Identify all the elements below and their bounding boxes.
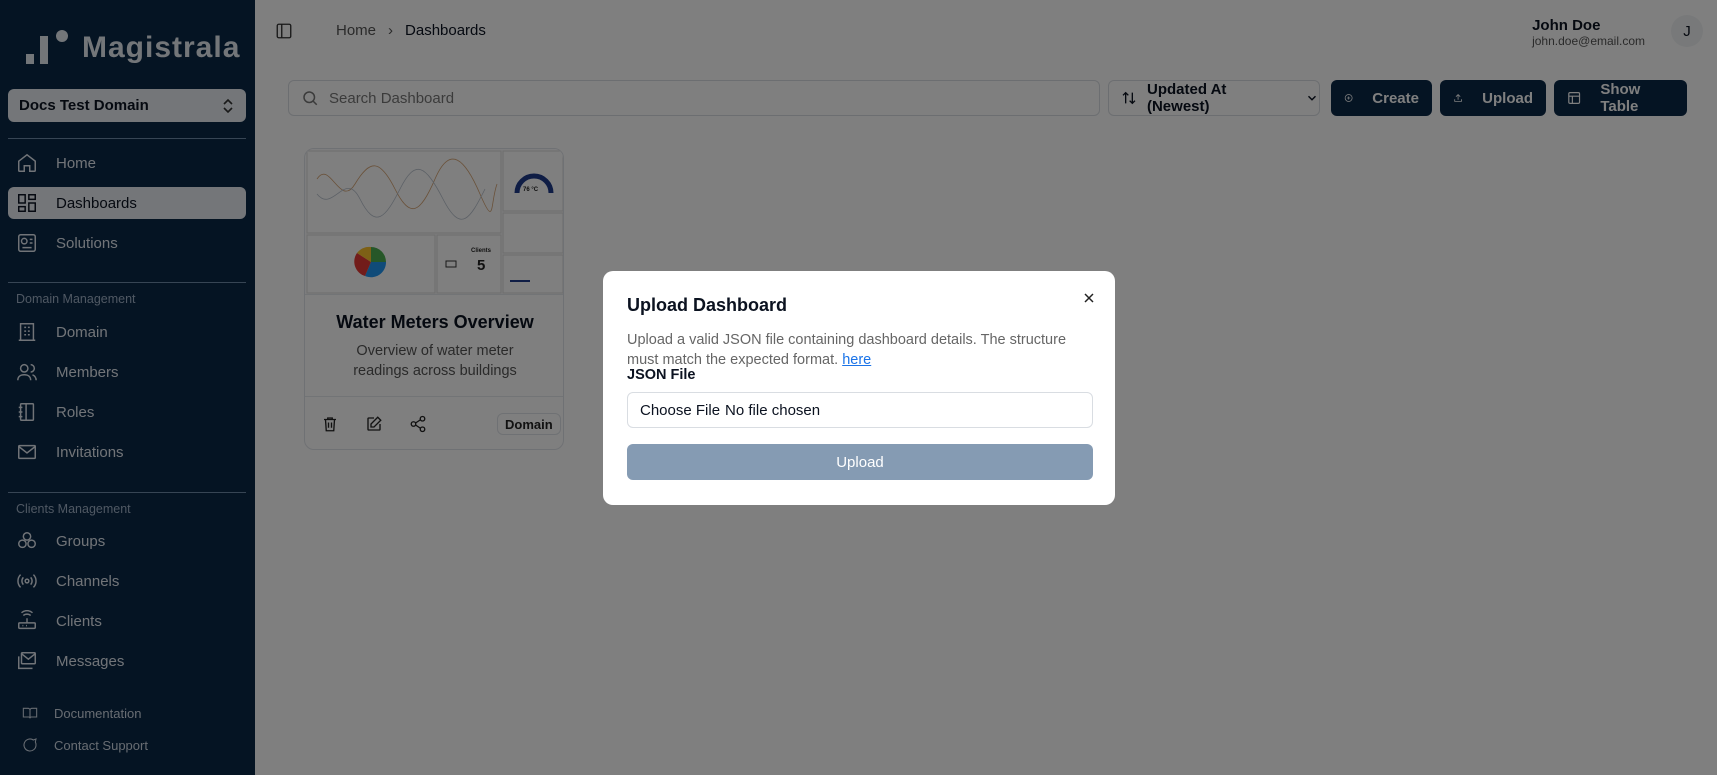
upload-submit-button[interactable]: Upload [627, 444, 1093, 480]
format-help-link[interactable]: here [842, 352, 871, 368]
upload-dashboard-modal: Upload Dashboard Upload a valid JSON fil… [603, 271, 1115, 505]
close-icon[interactable] [1081, 290, 1097, 306]
choose-file-button[interactable]: Choose File [640, 402, 720, 419]
json-file-label: JSON File [627, 367, 696, 383]
modal-title: Upload Dashboard [627, 295, 788, 315]
json-file-input[interactable]: Choose File No file chosen [627, 392, 1093, 428]
modal-description: Upload a valid JSON file containing dash… [627, 330, 1097, 370]
file-status: No file chosen [725, 401, 821, 419]
